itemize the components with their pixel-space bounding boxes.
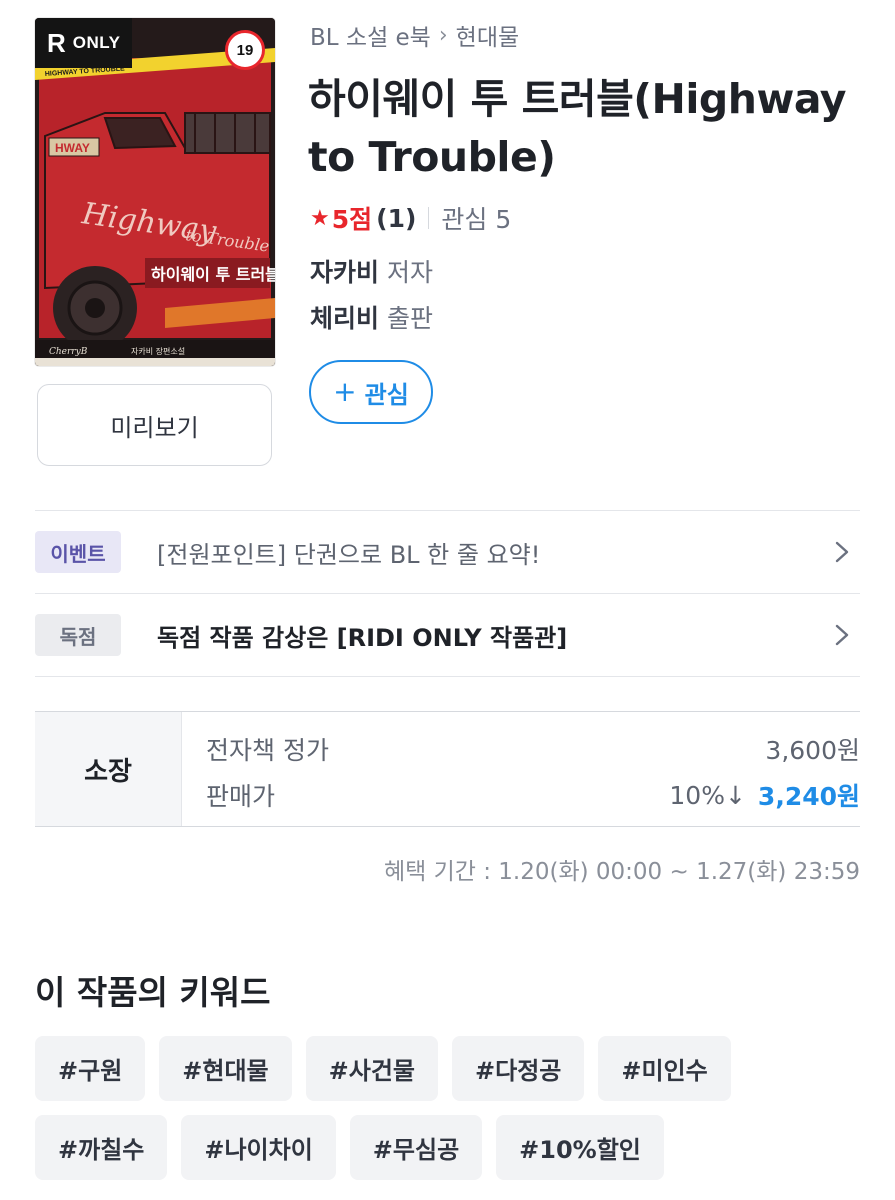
author-row: 자카비 저자 — [310, 253, 433, 289]
add-interest-label: 관심 — [364, 380, 409, 409]
cover-illustration: HIGHWAY TO TROUBLE HWAY Highway to Troub… — [35, 18, 275, 366]
book-detail-page: HIGHWAY TO TROUBLE HWAY Highway to Troub… — [0, 0, 895, 1200]
list-price-value: 3,600원 — [765, 736, 860, 765]
preview-button[interactable]: 미리보기 — [37, 384, 272, 466]
discount-rate: 10%↓ — [669, 780, 746, 810]
keyword-chip[interactable]: #까칠수 — [35, 1115, 168, 1180]
rating-row: ★ 5점 (1) 관심 5 — [310, 200, 511, 236]
sale-price-label: 판매가 — [206, 782, 276, 811]
rating-score: 5점 — [331, 205, 373, 234]
keywords-heading: 이 작품의 키워드 — [35, 973, 271, 1012]
keyword-list: #구원 #현대물 #사건물 #다정공 #미인수 #까칠수 #나이차이 #무심공 … — [35, 1036, 860, 1180]
interest-count: 관심 5 — [441, 205, 512, 234]
benefit-period: 혜택 기간 : 1.20(화) 00:00 ~ 1.27(화) 23:59 — [383, 859, 860, 885]
plus-icon: + — [333, 374, 357, 408]
list-price-label: 전자책 정가 — [206, 736, 329, 765]
rating-count[interactable]: (1) — [376, 204, 416, 233]
keyword-chip[interactable]: #사건물 — [305, 1036, 438, 1101]
author-role: 저자 — [387, 258, 434, 287]
sale-price-value: 3,240원 — [757, 782, 860, 811]
divider — [35, 676, 860, 677]
price-section-label: 소장 — [35, 712, 182, 826]
cover-korean-title: 하이웨이 투 트러블 — [151, 265, 275, 284]
publisher-name[interactable]: 체리비 — [310, 299, 379, 335]
event-tag: 이벤트 — [35, 531, 121, 573]
list-price-row: 전자책 정가 3,600원 — [206, 726, 860, 772]
exclusive-notice-row[interactable]: 독점 독점 작품 감상은 [RIDI ONLY 작품관] — [35, 594, 860, 676]
keyword-chip[interactable]: #구원 — [35, 1036, 146, 1101]
exclusive-tag: 독점 — [35, 614, 121, 656]
price-rows: 전자책 정가 3,600원 판매가 10%↓ 3,240원 — [182, 712, 860, 826]
divider — [428, 207, 430, 229]
breadcrumb-category[interactable]: BL 소설 e북 — [310, 18, 431, 52]
sale-price-row: 판매가 10%↓ 3,240원 — [206, 772, 860, 818]
author-name[interactable]: 자카비 — [310, 253, 379, 289]
star-icon: ★ — [310, 205, 330, 231]
age-rating-badge: 19 — [225, 30, 265, 70]
keyword-chip[interactable]: #다정공 — [452, 1036, 585, 1101]
cover-plate-text: HWAY — [55, 141, 90, 155]
keyword-chip[interactable]: #나이차이 — [181, 1115, 336, 1180]
chevron-right-icon — [835, 541, 849, 563]
ridi-only-label: ONLY — [72, 33, 121, 52]
add-interest-button[interactable]: + 관심 — [309, 360, 433, 424]
ridi-r-icon: R — [47, 27, 66, 58]
keyword-chip[interactable]: #현대물 — [159, 1036, 292, 1101]
event-notice-row[interactable]: 이벤트 [전원포인트] 단권으로 BL 한 줄 요약! — [35, 511, 860, 593]
publisher-row: 체리비 출판 — [310, 299, 433, 335]
chevron-right-icon: › — [438, 22, 448, 48]
ridi-only-badge: R ONLY — [35, 18, 133, 68]
cover-publisher-logo: CherryB — [49, 347, 88, 357]
chevron-right-icon — [835, 624, 849, 646]
breadcrumb: BL 소설 e북 › 현대물 — [310, 18, 519, 52]
keyword-chip[interactable]: #10%할인 — [496, 1115, 664, 1180]
publisher-role: 출판 — [387, 304, 434, 333]
breadcrumb-genre[interactable]: 현대물 — [456, 18, 519, 52]
book-title: 하이웨이 투 트러블(Highway to Trouble) — [308, 75, 846, 181]
exclusive-notice-text: 독점 작품 감상은 [RIDI ONLY 작품관] — [157, 623, 568, 652]
event-notice-text: [전원포인트] 단권으로 BL 한 줄 요약! — [157, 540, 541, 569]
book-cover[interactable]: HIGHWAY TO TROUBLE HWAY Highway to Troub… — [35, 18, 275, 366]
cover-footer-text: 자카비 장편소설 — [131, 346, 185, 356]
keyword-chip[interactable]: #무심공 — [349, 1115, 483, 1180]
price-box: 소장 전자책 정가 3,600원 판매가 10%↓ 3,240원 — [35, 711, 860, 827]
keyword-chip[interactable]: #미인수 — [598, 1036, 731, 1101]
